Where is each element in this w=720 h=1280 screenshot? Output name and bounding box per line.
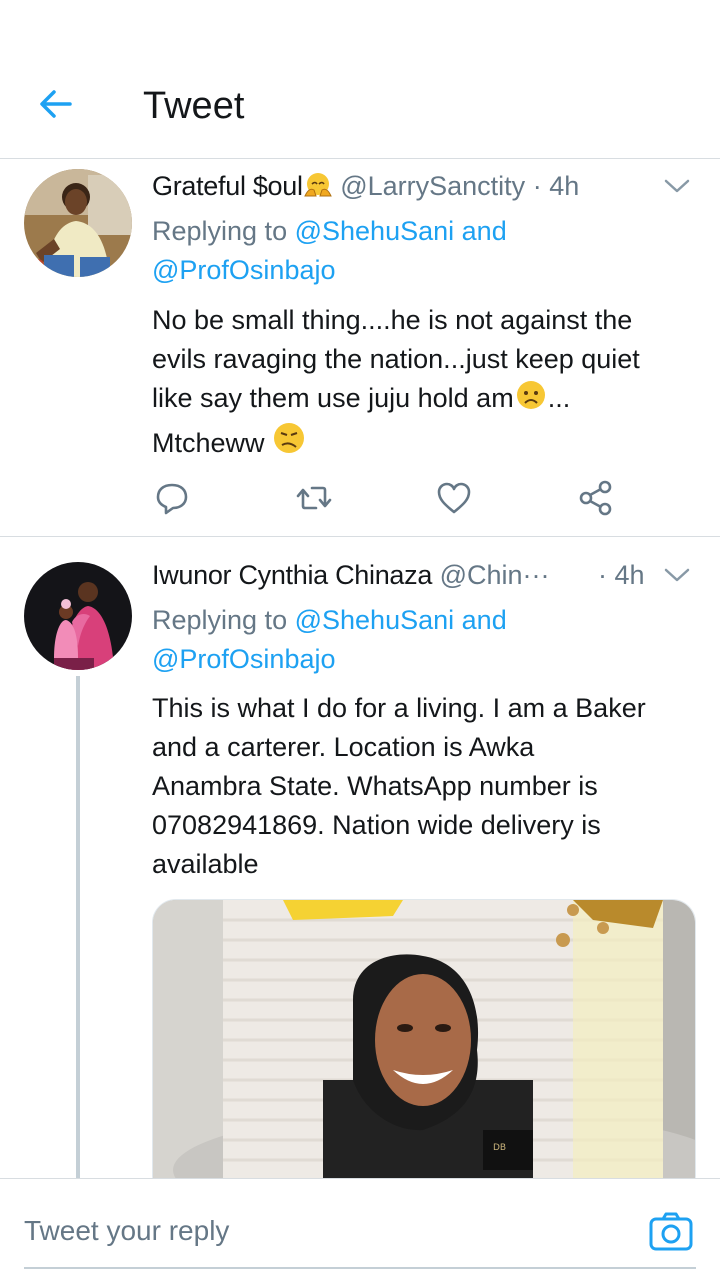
tweet-media-photo[interactable]: DB	[152, 899, 696, 1178]
tweet-text-line: Anambra State. WhatsApp number is	[152, 771, 598, 801]
tweet-text-line: No be small thing....he is not against t…	[152, 305, 633, 335]
mention-link[interactable]: @ProfOsinbajo	[152, 255, 336, 285]
mention-link[interactable]: @ShehuSani	[295, 216, 455, 246]
avatar[interactable]	[24, 169, 132, 277]
page-title: Tweet	[143, 85, 245, 127]
like-icon[interactable]	[434, 478, 474, 518]
timestamp: 4h	[549, 171, 580, 201]
reply-composer: Tweet your reply	[0, 1178, 720, 1280]
mention-link[interactable]: @ShehuSani	[295, 605, 455, 635]
replying-label: Replying to	[152, 216, 288, 246]
tweet-text-line: This is what I do for a living. I am a B…	[152, 693, 646, 723]
tweet-text-line: available	[152, 849, 259, 879]
reply-input[interactable]: Tweet your reply	[24, 1211, 229, 1251]
tweet-text-line: 07082941869. Nation wide delivery is	[152, 810, 601, 840]
replying-to: Replying to @ShehuSani and @ProfOsinbajo	[152, 212, 692, 290]
replying-label: Replying to	[152, 605, 288, 635]
tweet-text-segment: ...	[547, 383, 571, 413]
display-name[interactable]: Grateful $oul	[152, 171, 303, 201]
tweet-text: This is what I do for a living. I am a B…	[152, 689, 697, 884]
tweet-card[interactable]: Iwunor Cynthia Chinaza @Chin··· · 4h Rep…	[0, 538, 720, 1178]
separator: ·	[598, 560, 607, 590]
top-bar: Tweet	[0, 0, 720, 159]
separator: ·	[532, 171, 542, 201]
tweet-header: Grateful $oul @LarrySanctity · 4h	[152, 168, 696, 204]
camera-icon[interactable]	[648, 1209, 694, 1255]
thread-line	[76, 676, 80, 1178]
confused-face-emoji	[272, 421, 306, 466]
arrow-left-icon[interactable]	[36, 84, 76, 124]
tweet-text-line: Mtcheww	[152, 421, 697, 466]
tweet-time: · 4h	[598, 557, 645, 593]
chevron-down-icon[interactable]	[662, 176, 692, 196]
svg-text:DB: DB	[493, 1143, 506, 1153]
tweet-card[interactable]: Grateful $oul @LarrySanctity · 4h Replyi…	[0, 160, 720, 537]
tweet-text-segment: like say them use juju hold am	[152, 383, 514, 413]
share-icon[interactable]	[576, 478, 616, 518]
tweet-text-line: and a carterer. Location is Awka	[152, 732, 535, 762]
tweet-actions	[152, 478, 622, 518]
replying-and[interactable]: and	[462, 605, 507, 635]
reply-icon[interactable]	[152, 478, 192, 518]
user-handle[interactable]: @Chin···	[440, 560, 550, 590]
timestamp: 4h	[614, 560, 645, 590]
input-underline	[24, 1267, 696, 1269]
replying-to: Replying to @ShehuSani and @ProfOsinbajo	[152, 601, 692, 679]
mention-link[interactable]: @ProfOsinbajo	[152, 644, 336, 674]
tweet-text-line: like say them use juju hold am...	[152, 379, 697, 421]
tweet-text: No be small thing....he is not against t…	[152, 301, 697, 466]
replying-and[interactable]: and	[462, 216, 507, 246]
display-name[interactable]: Iwunor Cynthia Chinaza	[152, 560, 432, 590]
user-handle[interactable]: @LarrySanctity	[340, 171, 525, 201]
crying-face-hands-emoji	[303, 171, 333, 207]
avatar[interactable]	[24, 562, 132, 670]
worried-face-emoji	[514, 380, 548, 421]
tweet-text-segment: Mtcheww	[152, 428, 265, 458]
chevron-down-icon[interactable]	[662, 565, 692, 585]
retweet-icon[interactable]	[294, 478, 334, 518]
tweet-text-line: evils ravaging the nation...just keep qu…	[152, 344, 640, 374]
